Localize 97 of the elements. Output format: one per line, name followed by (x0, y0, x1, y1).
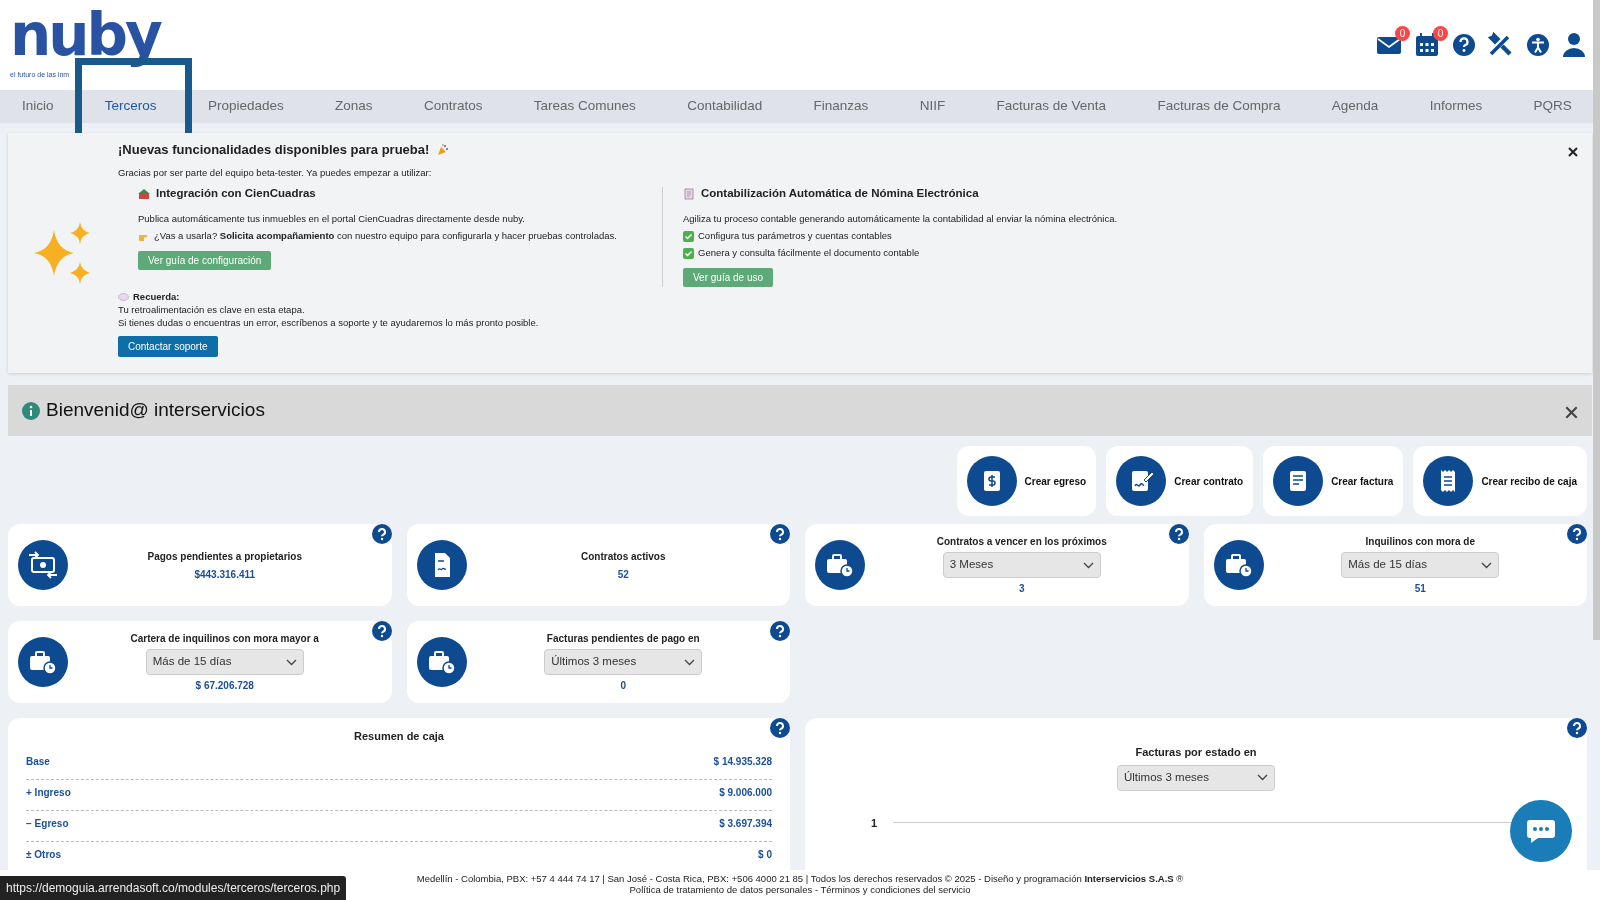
nav-tab[interactable]: Facturas de Compra (1157, 92, 1281, 121)
chart-title: Facturas por estado en (1135, 745, 1257, 760)
calendar-button[interactable] (1414, 32, 1440, 58)
stat-title: Facturas pendientes de pago en (546, 632, 700, 646)
banner-text: Gracias por ser parte del equipo beta-tester. Ya puedes empezar a utilizar: (118, 166, 433, 180)
guide-button[interactable]: Ver guía de uso (683, 267, 774, 288)
stat-title: Contratos activos (581, 549, 666, 564)
nav-tab[interactable]: Agenda (1331, 92, 1379, 121)
dropdown[interactable]: Más de 15 días (1341, 552, 1500, 578)
checkbox-icon (683, 247, 694, 259)
stat-title: Contratos a vencer en los próximos (936, 535, 1107, 549)
chevron-down-icon (1481, 561, 1493, 569)
stat-value: 3 (1018, 582, 1025, 596)
stat-value: 52 (617, 567, 629, 582)
chevron-down-icon (684, 658, 696, 666)
feature-title: Contabilización Automática de Nómina Electrónica (701, 187, 979, 202)
dropdown[interactable]: Más de 15 días (145, 649, 304, 675)
feature-text: ¿Vas a usarla? Solicita acompañamiento con nuestro equipo para configurarla y hacer pruebas controladas. (154, 229, 617, 243)
accessibility-icon (1526, 33, 1550, 57)
nav-tab[interactable]: Contabilidad (687, 92, 763, 121)
chevron-down-icon (1082, 561, 1094, 569)
welcome-text: Bienvenid@ interservicios (46, 398, 265, 423)
action-button[interactable]: Crear egreso (956, 446, 1097, 516)
document-icon (683, 188, 695, 201)
footer-link[interactable]: Política de tratamiento de datos personales - Términos y condiciones del servicio (629, 884, 971, 896)
nav-tab[interactable]: Terceros (104, 92, 157, 121)
help-icon[interactable] (371, 621, 392, 641)
stat-value: 51 (1414, 582, 1426, 596)
reminder-text: Si tienes dudas o encuentras un error, escríbenos a soporte y te ayudaremos lo más pronto posible. (118, 316, 540, 330)
tools-icon (1488, 32, 1514, 58)
cash-row-label: Base (26, 754, 50, 769)
stat-value: $ 67.206.728 (195, 679, 254, 693)
close-icon (1568, 147, 1578, 158)
cash-row-label: ± Otros (26, 847, 61, 862)
money-icon (27, 549, 59, 581)
nav-tab[interactable]: Informes (1429, 92, 1483, 121)
axis-tick-label: 1 (871, 815, 878, 831)
cash-row-amount: $ 0 (758, 847, 772, 862)
nav-tab[interactable]: Contratos (423, 92, 483, 121)
action-button[interactable]: Crear factura (1263, 446, 1404, 516)
close-icon (1565, 405, 1578, 419)
stat-title: Cartera de inquilinos con mora mayor a (130, 632, 319, 646)
nav-tab[interactable]: Tareas Comunes (533, 92, 636, 121)
action-button[interactable]: Crear contrato (1106, 446, 1254, 516)
help-icon[interactable] (770, 524, 790, 544)
footer-text: Medellín - Colombia, PBX: +57 4 444 74 17 | San José - Costa Rica, PBX: +506 4000 21 85 | Todos los derechos reservados © 2025 - Diseño y programación Interservicios S.A.S ® (415, 873, 1185, 885)
status-url: https://demoguia.arrendasoft.co/modules/terceros/terceros.php (0, 876, 347, 900)
help-icon[interactable] (1567, 718, 1587, 738)
cash-row-label: + Ingreso (26, 785, 71, 800)
house-icon (138, 188, 150, 201)
notification-badge: 0 (1395, 26, 1410, 41)
reminder-text: Tu retroalimentación es clave en esta etapa. (118, 303, 306, 317)
feature-text: Genera y consulta fácilmente el documento contable (698, 246, 920, 260)
support-button[interactable]: Contactar soporte (118, 335, 218, 358)
feature-title: Integración con CienCuadras (156, 187, 316, 202)
nav-tab[interactable]: Zonas (335, 92, 373, 121)
reminder-title: Recuerda: (133, 291, 180, 304)
action-button[interactable]: Crear recibo de caja (1413, 446, 1587, 516)
chevron-down-icon (1257, 774, 1268, 781)
stat-title: Pagos pendientes a propietarios (147, 549, 302, 564)
checkbox-icon (683, 230, 694, 242)
stat-value: 0 (620, 679, 627, 693)
stat-title: Inquilinos con mora de (1365, 535, 1475, 549)
help-icon[interactable] (1168, 524, 1189, 544)
nav-tab[interactable]: Propiedades (207, 92, 284, 121)
help-icon[interactable] (770, 621, 790, 641)
cash-row-amount: $ 14.935.328 (713, 754, 772, 769)
dropdown[interactable]: 3 Meses (942, 552, 1101, 578)
feature-text: Publica automáticamente tus inmuebles en el portal CienCuadras directamente desde nuby. (138, 213, 525, 226)
cash-row-label: − Egreso (26, 816, 69, 831)
chat-icon (1526, 818, 1556, 844)
speech-bubble-icon (118, 293, 129, 302)
stat-value: $443.316.411 (194, 567, 256, 582)
dropdown[interactable]: Últimos 3 meses (544, 649, 703, 675)
cash-row-amount: $ 3.697.394 (719, 816, 772, 831)
party-popper-icon (437, 143, 450, 156)
feature-text: Configura tus parámetros y cuentas contables (698, 229, 892, 243)
card-title: Resumen de caja (353, 729, 445, 744)
scrollbar[interactable] (1593, 0, 1600, 640)
dropdown[interactable]: Últimos 3 meses (1117, 764, 1275, 791)
nav-tab[interactable]: Finanzas (813, 92, 869, 121)
help-icon[interactable] (1567, 524, 1587, 544)
help-icon (1452, 33, 1476, 57)
notification-badge: 0 (1433, 26, 1448, 41)
nav-tab[interactable]: Inicio (22, 92, 54, 121)
user-icon (1562, 32, 1586, 58)
help-icon[interactable] (770, 718, 790, 738)
nav-tab[interactable]: PQRS (1533, 92, 1572, 121)
guide-button[interactable]: Ver guía de configuración (138, 250, 272, 271)
chevron-down-icon (285, 658, 297, 666)
banner-title: ¡Nuevas funcionalidades disponibles para prueba! (118, 141, 430, 159)
help-icon[interactable] (371, 524, 392, 544)
nav-tab[interactable]: Facturas de Venta (996, 92, 1107, 121)
info-icon (22, 401, 40, 420)
cash-row-amount: $ 9.006.000 (719, 785, 772, 800)
nav-tab[interactable]: NIIF (919, 92, 946, 121)
feature-text: Agiliza tu proceso contable generando automáticamente la contabilidad al enviar la nómina electrónica. (683, 213, 1118, 226)
